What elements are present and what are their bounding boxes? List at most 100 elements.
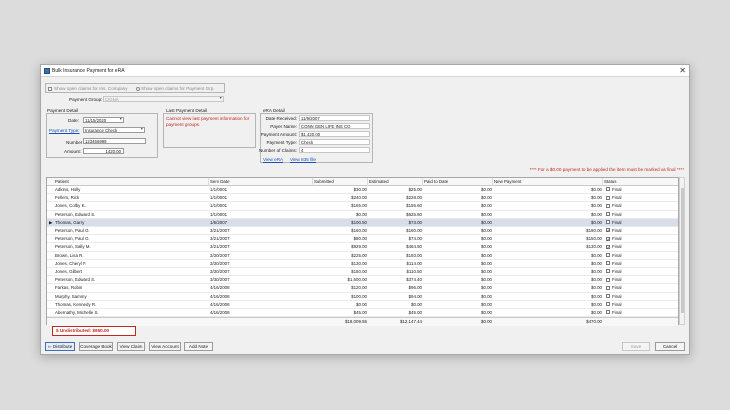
unchecked-icon	[606, 293, 610, 298]
table-row[interactable]: Adkins, Holly 1/1/0001 $30.00 $25.00 $0.00 $0…	[47, 186, 678, 195]
payment-number-field[interactable]: 123456999	[83, 138, 146, 144]
table-row[interactable]: Peterson, Paul O. 3/21/2007 $160.00 $160.00…	[47, 227, 678, 236]
payment-amount-field[interactable]: 1420.00	[83, 148, 124, 154]
payment-type-select[interactable]: Insurance Check	[83, 127, 145, 133]
table-row[interactable]: Jones, Cheryl F. 3/30/2007 $130.00 $114.00 $…	[47, 260, 678, 268]
cell-newp[interactable]: $0.00	[493, 252, 603, 260]
cell-serv: 1/1/0001	[210, 211, 228, 217]
payment-type-link[interactable]: Payment Type:	[49, 128, 80, 133]
scrollbar-thumb[interactable]	[681, 188, 684, 313]
cell-newp[interactable]: $0.00	[493, 202, 603, 210]
final-checkbox[interactable]: Final	[605, 211, 665, 219]
payment-date-field[interactable]: 11/15/2020	[83, 117, 124, 123]
table-row[interactable]: Murphy, Sammy 4/16/2008 $100.00 $94.00 $0.00…	[47, 293, 678, 301]
coverage-book-button[interactable]: Coverage Book	[79, 342, 113, 351]
cell-patient: Thomas, Kennedy R.	[55, 301, 97, 307]
cell-paid: $0.00	[481, 195, 492, 201]
cell-newp[interactable]: $0.00	[493, 186, 603, 194]
add-note-button[interactable]: Add Note	[184, 342, 213, 351]
cell-sub: $160.00	[351, 228, 367, 233]
cell-est: $94.00	[408, 293, 422, 299]
final-checkbox[interactable]: Final	[605, 268, 665, 276]
grid-header: Patient Serv Date Submitted Estimated Pa…	[47, 178, 680, 187]
cell-newp[interactable]: $0.00	[493, 276, 603, 284]
grid-scrollbar[interactable]	[679, 177, 685, 325]
final-checkbox[interactable]: Final	[605, 243, 665, 252]
save-button[interactable]: Save	[622, 342, 650, 351]
show-by-payment-grp-option[interactable]: Show open claims for Payment Grp.	[136, 86, 215, 91]
table-row[interactable]: Peterson, Edward S. 3/30/2007 $1,600.00 $37…	[47, 276, 678, 285]
final-checkbox[interactable]: Final	[605, 309, 665, 317]
cell-newp[interactable]: $0.00	[493, 219, 603, 227]
cancel-button[interactable]: Cancel	[655, 342, 685, 351]
view-era-link[interactable]: View eRA	[263, 157, 283, 162]
table-row[interactable]: Peterson, Sally M. 3/21/2007 $929.00 $464.5…	[47, 243, 678, 252]
cell-est: $96.00	[408, 285, 422, 291]
cell-newp[interactable]: $0.00	[493, 301, 603, 309]
cell-serv: 3/21/2007	[210, 236, 230, 242]
view-account-button[interactable]: View Account	[149, 342, 181, 351]
column-header-estimated[interactable]: Estimated	[368, 178, 423, 187]
table-row[interactable]: ▶ Thomas, Garry 1/5/2007 $100.50 $73.00 $0.00…	[47, 218, 678, 227]
cell-patient: Thomas, Garry	[55, 219, 85, 225]
cell-newp[interactable]: $150.00	[493, 235, 603, 243]
final-label: Final	[612, 211, 622, 217]
cell-newp[interactable]: $0.00	[493, 309, 603, 317]
checkbox-icon	[48, 86, 52, 91]
payment-group-select[interactable]: CIGNA	[103, 96, 224, 102]
cell-est: $625.60	[406, 211, 422, 217]
show-by-ins-company-option[interactable]: Show open claims for Ins. Company	[48, 86, 128, 91]
table-row[interactable]: Jones, Gilbert 3/30/2007 $150.00 $110.50 $0.…	[47, 268, 678, 277]
cell-newp[interactable]: $0.00	[493, 211, 603, 219]
final-checkbox[interactable]: Final	[605, 252, 665, 260]
final-checkbox[interactable]: Final	[605, 284, 665, 292]
cell-newp[interactable]: $0.00	[493, 284, 603, 292]
cell-paid: $0.00	[481, 269, 492, 274]
table-row[interactable]: Peterson, Edward S. 1/1/0001 $0.00 $625.60 $…	[47, 211, 678, 219]
final-checkbox[interactable]: Final	[605, 260, 665, 268]
final-checkbox[interactable]: Final	[605, 235, 665, 243]
cell-patient: Murphy, Sammy	[55, 293, 87, 299]
table-row[interactable]: Jones, Colby K. 1/1/0001 $165.00 $155.60 $0.…	[47, 202, 678, 211]
final-notice: **** For a $0.00 payment to be applied t…	[529, 167, 685, 172]
date-received-label: Date Received:	[265, 116, 297, 121]
final-checkbox[interactable]: Final	[605, 301, 665, 309]
final-checkbox[interactable]: Final	[605, 186, 665, 194]
cell-newp[interactable]: $0.00	[493, 260, 603, 268]
final-checkbox[interactable]: Final	[605, 194, 665, 202]
total-submitted: $18,009.55	[345, 319, 367, 324]
cell-newp[interactable]: $0.00	[493, 194, 603, 202]
cell-sub: $1,600.00	[347, 277, 367, 283]
final-checkbox[interactable]: Final	[605, 227, 665, 235]
cell-patient: Jones, Colby K.	[55, 203, 86, 209]
column-header-submitted[interactable]: Submitted	[313, 178, 368, 187]
view-claim-button[interactable]: View Claim	[117, 342, 145, 351]
view-835-file-link[interactable]: View 835 file	[290, 157, 316, 162]
cell-newp[interactable]: $0.00	[493, 293, 603, 301]
cell-est: $114.00	[406, 260, 422, 266]
show-by-payment-grp-label: Show open claims for Payment Grp.	[141, 86, 215, 91]
column-header-serv-date[interactable]: Serv Date	[209, 178, 313, 187]
cell-newp[interactable]: $190.00	[493, 227, 603, 235]
table-row[interactable]: Peterson, Paul O. 3/21/2007 $80.00 $74.00 $0…	[47, 235, 678, 244]
column-header-new-payment[interactable]: New Payment	[493, 178, 603, 187]
column-header-status[interactable]: Status	[603, 178, 680, 187]
final-checkbox[interactable]: Final	[605, 219, 665, 227]
final-checkbox[interactable]: Final	[605, 293, 665, 301]
table-row[interactable]: Brown, Lisa R. 3/30/2007 $225.00 $193.00 $0.…	[47, 252, 678, 260]
close-icon[interactable]: ✕	[679, 66, 686, 75]
table-row[interactable]: Farkas, Robin 4/16/2008 $120.00 $96.00 $0.00…	[47, 284, 678, 293]
final-checkbox[interactable]: Final	[605, 276, 665, 284]
window-title: Bulk Insurance Payment for eRA	[52, 68, 125, 74]
distribute-button[interactable]: ⇦ Distribute	[45, 342, 75, 351]
column-header-patient[interactable]: Patient	[54, 178, 209, 187]
cell-paid: $0.00	[481, 277, 492, 283]
column-header-paid-to-date[interactable]: Paid to Date	[423, 178, 493, 187]
cell-newp[interactable]: $0.00	[493, 268, 603, 276]
table-row[interactable]: Abernathy, Michelle S. 4/16/2008 $45.00 $45…	[47, 309, 678, 318]
table-row[interactable]: Fellers, Rick 1/1/0001 $240.00 $228.00 $0.00…	[47, 194, 678, 203]
table-row[interactable]: Thomas, Kennedy R. 4/16/2008 $0.00 $0.00 $0.…	[47, 301, 678, 309]
cell-newp[interactable]: $130.00	[493, 243, 603, 251]
cell-serv: 4/16/2008	[210, 310, 230, 315]
final-checkbox[interactable]: Final	[605, 202, 665, 210]
